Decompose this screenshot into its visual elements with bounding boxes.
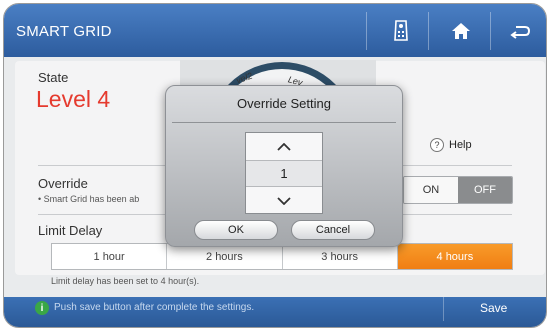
limit-option-2-hours[interactable]: 2 hours <box>167 244 283 269</box>
override-note: • Smart Grid has been ab <box>38 194 140 204</box>
home-icon <box>452 22 470 39</box>
cancel-button[interactable]: Cancel <box>291 220 375 240</box>
help-label: Help <box>449 139 472 151</box>
ok-button[interactable]: OK <box>194 220 278 240</box>
chevron-up-icon <box>277 142 291 151</box>
header-bar: SMART GRID <box>4 4 546 57</box>
header-divider <box>428 12 429 50</box>
limit-option-4-hours[interactable]: 4 hours <box>397 244 512 269</box>
header-divider <box>490 12 491 50</box>
increment-button[interactable] <box>246 133 322 160</box>
override-label: Override <box>38 176 88 191</box>
footer-divider <box>443 297 444 321</box>
help-button[interactable]: ? Help <box>430 138 472 152</box>
home-button[interactable] <box>435 4 487 57</box>
state-label: State <box>38 70 69 85</box>
limit-option-3-hours[interactable]: 3 hours <box>283 244 398 269</box>
help-icon: ? <box>430 138 444 152</box>
decrement-button[interactable] <box>246 187 322 214</box>
override-on-button[interactable]: ON <box>404 177 458 203</box>
footer-message: Push save button after complete the sett… <box>54 302 255 313</box>
value-stepper: 1 <box>245 132 323 214</box>
limit-delay-note: Limit delay has been set to 4 hour(s). <box>51 276 200 286</box>
limit-delay-label: Limit Delay <box>38 223 103 238</box>
back-button[interactable] <box>494 4 546 57</box>
remote-control-button[interactable] <box>375 4 427 57</box>
back-arrow-icon <box>510 25 530 39</box>
chevron-down-icon <box>277 196 291 205</box>
dialog-divider <box>172 122 396 123</box>
override-toggle: ON OFF <box>403 176 513 204</box>
stepper-value: 1 <box>246 160 322 187</box>
override-setting-dialog: Override Setting 1 OK Cancel <box>165 85 403 247</box>
limit-option-1-hour[interactable]: 1 hour <box>52 244 168 269</box>
header-divider <box>366 12 367 50</box>
save-button[interactable]: Save <box>480 301 507 315</box>
override-off-button[interactable]: OFF <box>458 177 512 203</box>
info-icon: i <box>35 301 49 315</box>
limit-delay-selector: 1 hour 2 hours 3 hours 4 hours <box>51 243 513 270</box>
state-value: Level 4 <box>36 86 111 112</box>
page-title: SMART GRID <box>16 23 112 40</box>
dialog-title: Override Setting <box>237 96 331 111</box>
remote-icon <box>394 19 408 41</box>
